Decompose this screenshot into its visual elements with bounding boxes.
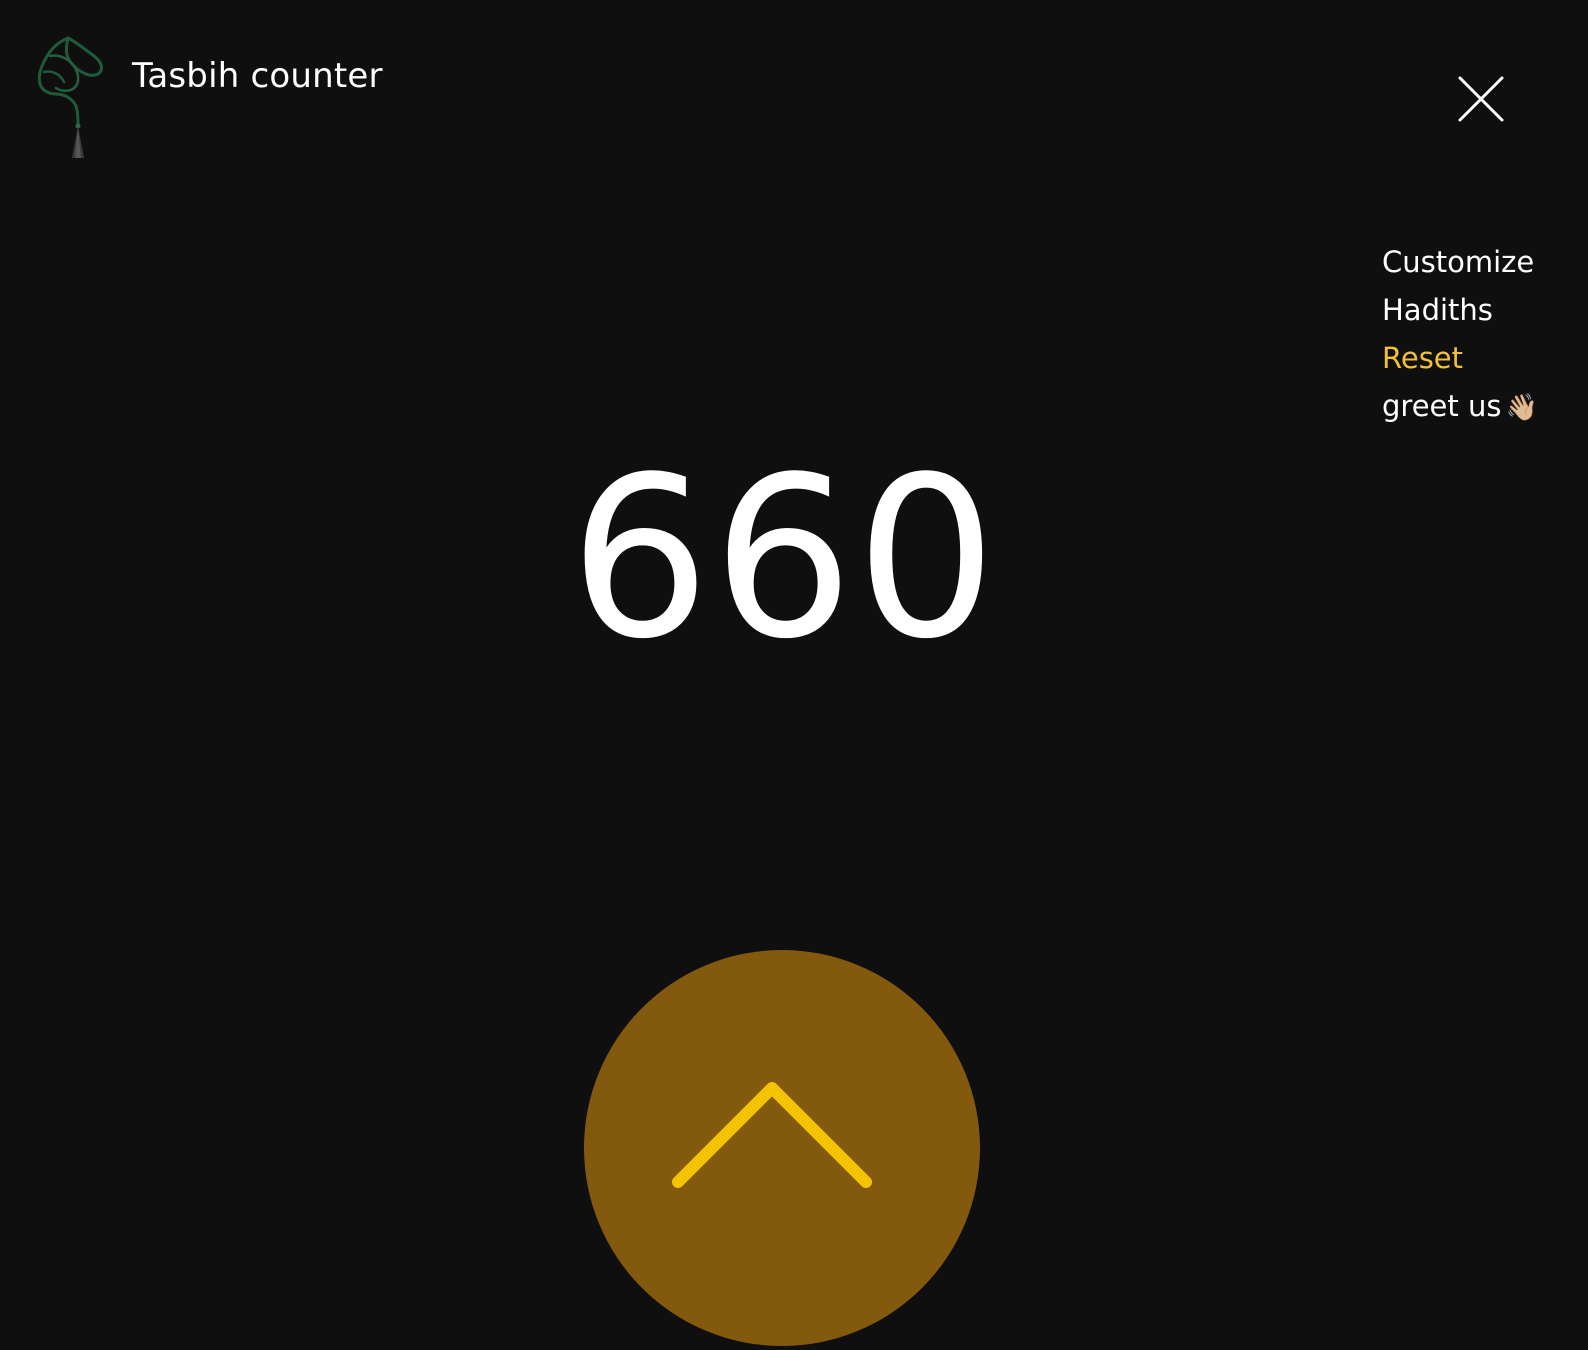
menu-item-reset[interactable]: Reset <box>1382 334 1582 382</box>
waving-hand-icon: 👋🏼 <box>1505 393 1538 423</box>
close-icon <box>1458 76 1504 122</box>
menu-item-hadiths[interactable]: Hadiths <box>1382 286 1582 334</box>
count-increment-button[interactable] <box>584 950 980 1346</box>
chevron-up-icon <box>672 1082 872 1188</box>
tasbih-page: Tasbih counter Customize Hadiths Reset g… <box>0 0 1588 1350</box>
close-button[interactable] <box>1456 74 1506 124</box>
greet-us-label: greet us <box>1382 389 1502 423</box>
counter-value: 660 <box>569 430 999 688</box>
tasbih-beads-icon <box>37 36 103 158</box>
app-title: Tasbih counter <box>132 56 383 96</box>
menu-item-greet-us[interactable]: greet us 👋🏼 <box>1382 382 1582 432</box>
side-menu: Customize Hadiths Reset greet us 👋🏼 <box>1382 238 1582 432</box>
menu-item-customize[interactable]: Customize <box>1382 238 1582 286</box>
